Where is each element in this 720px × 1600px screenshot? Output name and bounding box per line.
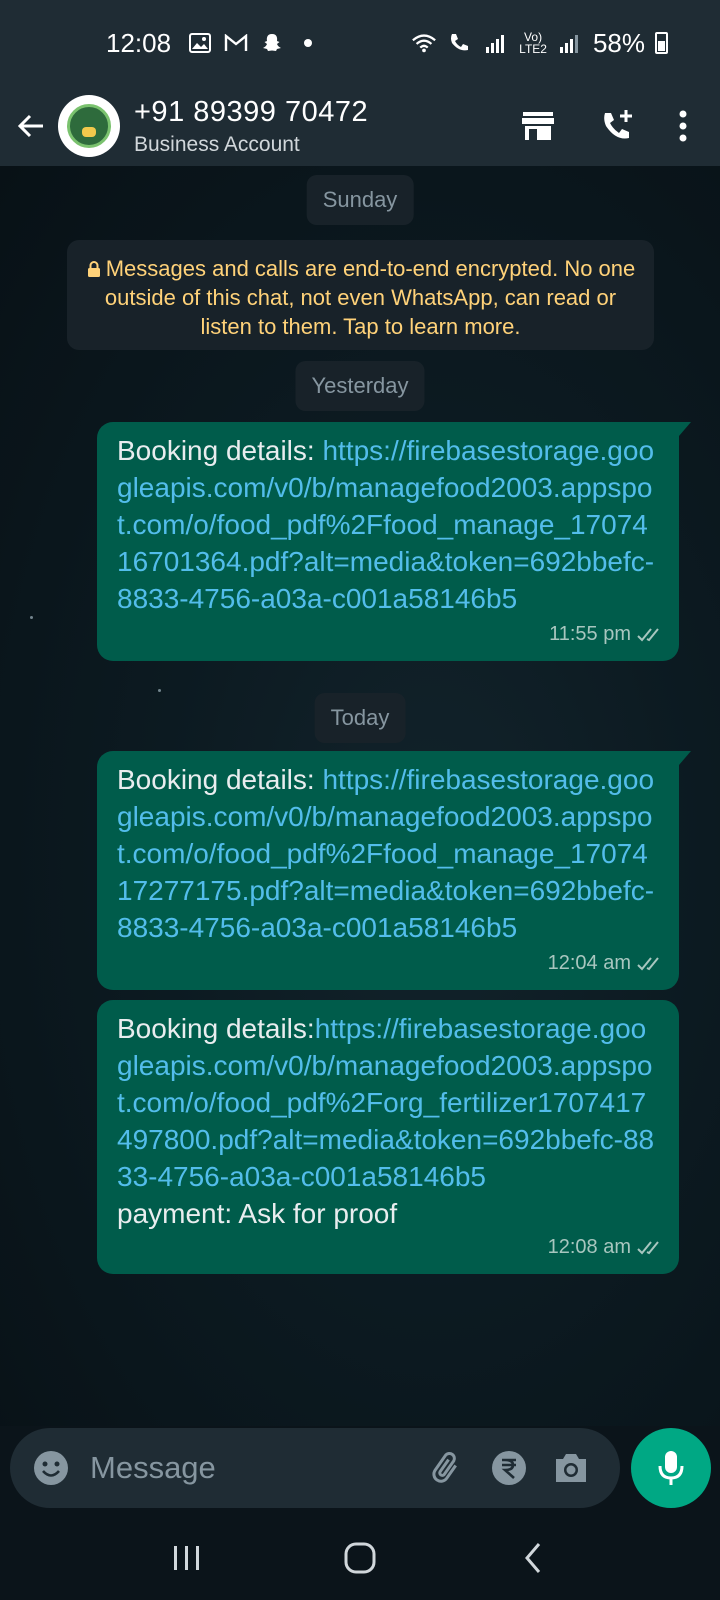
date-separator-yesterday: Yesterday bbox=[295, 361, 425, 411]
double-check-icon bbox=[637, 1240, 663, 1256]
payment-button[interactable] bbox=[478, 1438, 540, 1498]
emoji-button[interactable] bbox=[30, 1447, 72, 1489]
message-meta: 12:08 am bbox=[548, 1229, 663, 1266]
home-button[interactable] bbox=[330, 1528, 390, 1588]
message-meta: 11:55 pm bbox=[549, 616, 663, 653]
lock-icon bbox=[87, 261, 100, 277]
microphone-icon bbox=[658, 1451, 684, 1485]
message-time: 12:08 am bbox=[547, 1236, 631, 1258]
notification-dot-icon bbox=[295, 30, 321, 56]
more-vertical-icon bbox=[679, 110, 687, 142]
double-check-icon bbox=[637, 627, 663, 643]
contact-name: +91 89399 70472 bbox=[134, 95, 369, 128]
battery-percent: 58% bbox=[592, 27, 645, 58]
header-actions bbox=[498, 96, 708, 156]
contact-avatar[interactable] bbox=[58, 95, 120, 157]
rupee-icon bbox=[492, 1451, 526, 1485]
status-left: 12:08 bbox=[106, 28, 321, 59]
battery-icon bbox=[655, 32, 668, 54]
home-icon bbox=[344, 1542, 376, 1574]
message-label: Booking details: bbox=[117, 435, 323, 466]
gallery-icon bbox=[187, 30, 213, 56]
catalog-button[interactable] bbox=[498, 96, 578, 156]
message-bubble[interactable]: Booking details: https://firebasestorage… bbox=[97, 751, 691, 990]
system-nav-bar bbox=[0, 1516, 720, 1600]
back-button[interactable] bbox=[4, 96, 58, 156]
signal-bars-1-icon bbox=[483, 30, 509, 56]
phone-plus-icon bbox=[604, 110, 632, 139]
double-check-icon bbox=[637, 956, 663, 972]
contact-subtitle: Business Account bbox=[134, 132, 300, 156]
paperclip-icon bbox=[432, 1451, 457, 1483]
voice-message-button[interactable] bbox=[631, 1428, 711, 1508]
add-call-button[interactable] bbox=[578, 96, 658, 156]
signal-bars-2-icon bbox=[557, 30, 583, 56]
status-bar: 12:08 Vo) LTE2 58% bbox=[0, 0, 720, 86]
encryption-notice-text: Messages and calls are end-to-end encryp… bbox=[104, 256, 636, 339]
snapchat-icon bbox=[259, 30, 285, 56]
recent-apps-icon bbox=[173, 1546, 199, 1570]
message-input-bar: Message bbox=[10, 1428, 620, 1508]
attach-button[interactable] bbox=[416, 1438, 478, 1498]
message-extra-text: payment: Ask for proof bbox=[117, 1198, 398, 1229]
status-time: 12:08 bbox=[106, 27, 172, 58]
message-time: 11:55 pm bbox=[549, 623, 631, 645]
contact-info[interactable]: +91 89399 70472 Business Account bbox=[134, 96, 368, 157]
camera-icon bbox=[556, 1454, 586, 1482]
recent-apps-button[interactable] bbox=[157, 1528, 217, 1588]
store-icon bbox=[522, 112, 554, 140]
wifi-call-icon bbox=[447, 30, 473, 56]
volte-bottom-text: LTE2 bbox=[519, 42, 547, 56]
more-options-button[interactable] bbox=[658, 96, 708, 156]
message-label: Booking details: bbox=[117, 1013, 315, 1044]
chevron-left-icon bbox=[525, 1543, 541, 1573]
business-logo-icon bbox=[67, 104, 111, 148]
message-meta: 12:04 am bbox=[548, 945, 663, 982]
message-bubble[interactable]: Booking details: https://firebasestorage… bbox=[97, 422, 691, 661]
chat-header: +91 89399 70472 Business Account bbox=[0, 86, 720, 166]
wifi-icon bbox=[411, 30, 437, 56]
encryption-notice[interactable]: Messages and calls are end-to-end encryp… bbox=[67, 240, 654, 350]
message-label: Booking details: bbox=[117, 764, 323, 795]
status-right: Vo) LTE2 58% bbox=[411, 28, 668, 59]
camera-button[interactable] bbox=[540, 1438, 602, 1498]
message-bubble[interactable]: Booking details:https://firebasestorage.… bbox=[97, 1000, 679, 1274]
arrow-left-icon bbox=[17, 114, 43, 138]
volte-label: Vo) LTE2 bbox=[519, 31, 547, 55]
system-back-button[interactable] bbox=[503, 1528, 563, 1588]
emoji-icon bbox=[34, 1451, 68, 1485]
date-separator-today: Today bbox=[314, 693, 406, 743]
message-time: 12:04 am bbox=[547, 952, 631, 974]
message-input[interactable]: Message bbox=[90, 1450, 416, 1486]
date-separator-sunday: Sunday bbox=[306, 175, 414, 225]
gmail-icon bbox=[223, 30, 249, 56]
